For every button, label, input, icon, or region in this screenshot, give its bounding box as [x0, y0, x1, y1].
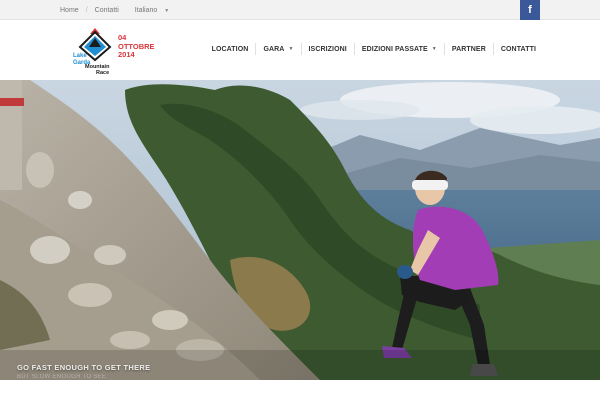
hero-slider[interactable]: [0, 80, 600, 380]
top-bar: Home / Contatti / Italiano ▼ f: [0, 0, 600, 20]
logo-text-race: Race: [96, 70, 109, 76]
nav-label: LOCATION: [211, 45, 249, 53]
top-links: Home / Contatti / Italiano ▼: [60, 0, 169, 20]
site-logo[interactable]: Lake Garda Mountain Race: [70, 26, 120, 76]
chevron-down-icon: ▼: [431, 46, 437, 52]
event-year: 2014: [118, 50, 135, 59]
nav-item-contatti[interactable]: CONTATTI: [494, 43, 536, 55]
main-nav: LOCATION GARA ▼ ISCRIZIONI EDIZIONI PASS…: [205, 20, 536, 78]
chevron-down-icon: ▼: [164, 7, 170, 14]
nav-label: EDIZIONI PASSATE: [361, 45, 428, 53]
nav-item-edizioni-passate[interactable]: EDIZIONI PASSATE ▼: [355, 43, 445, 55]
facebook-button[interactable]: f: [520, 0, 540, 20]
hero-caption: GO FAST ENOUGH TO GET THERE: [17, 363, 151, 372]
page-bottom: [0, 380, 600, 400]
nav-item-iscrizioni[interactable]: ISCRIZIONI: [302, 43, 355, 55]
nav-label: PARTNER: [451, 45, 486, 53]
event-date: 04 OTTOBRE 2014: [118, 33, 155, 60]
language-label: Italiano: [134, 6, 158, 14]
chevron-down-icon: ▼: [288, 46, 294, 52]
nav-label: GARA: [263, 45, 285, 53]
contatti-link[interactable]: Contatti: [95, 7, 119, 14]
home-link[interactable]: Home: [60, 7, 79, 14]
hero-image: [0, 80, 600, 380]
nav-item-location[interactable]: LOCATION: [205, 43, 257, 55]
nav-label: CONTATTI: [500, 45, 536, 53]
separator: /: [85, 6, 88, 14]
facebook-icon: f: [528, 4, 532, 16]
nav-label: ISCRIZIONI: [308, 45, 347, 53]
logo-text-lake: Lake: [73, 53, 87, 59]
site-header: Lake Garda Mountain Race 04 OTTOBRE 2014…: [0, 20, 600, 80]
nav-item-gara[interactable]: GARA ▼: [256, 43, 302, 55]
nav-item-partner[interactable]: PARTNER: [445, 43, 494, 55]
language-selector[interactable]: Italiano ▼: [135, 7, 169, 14]
